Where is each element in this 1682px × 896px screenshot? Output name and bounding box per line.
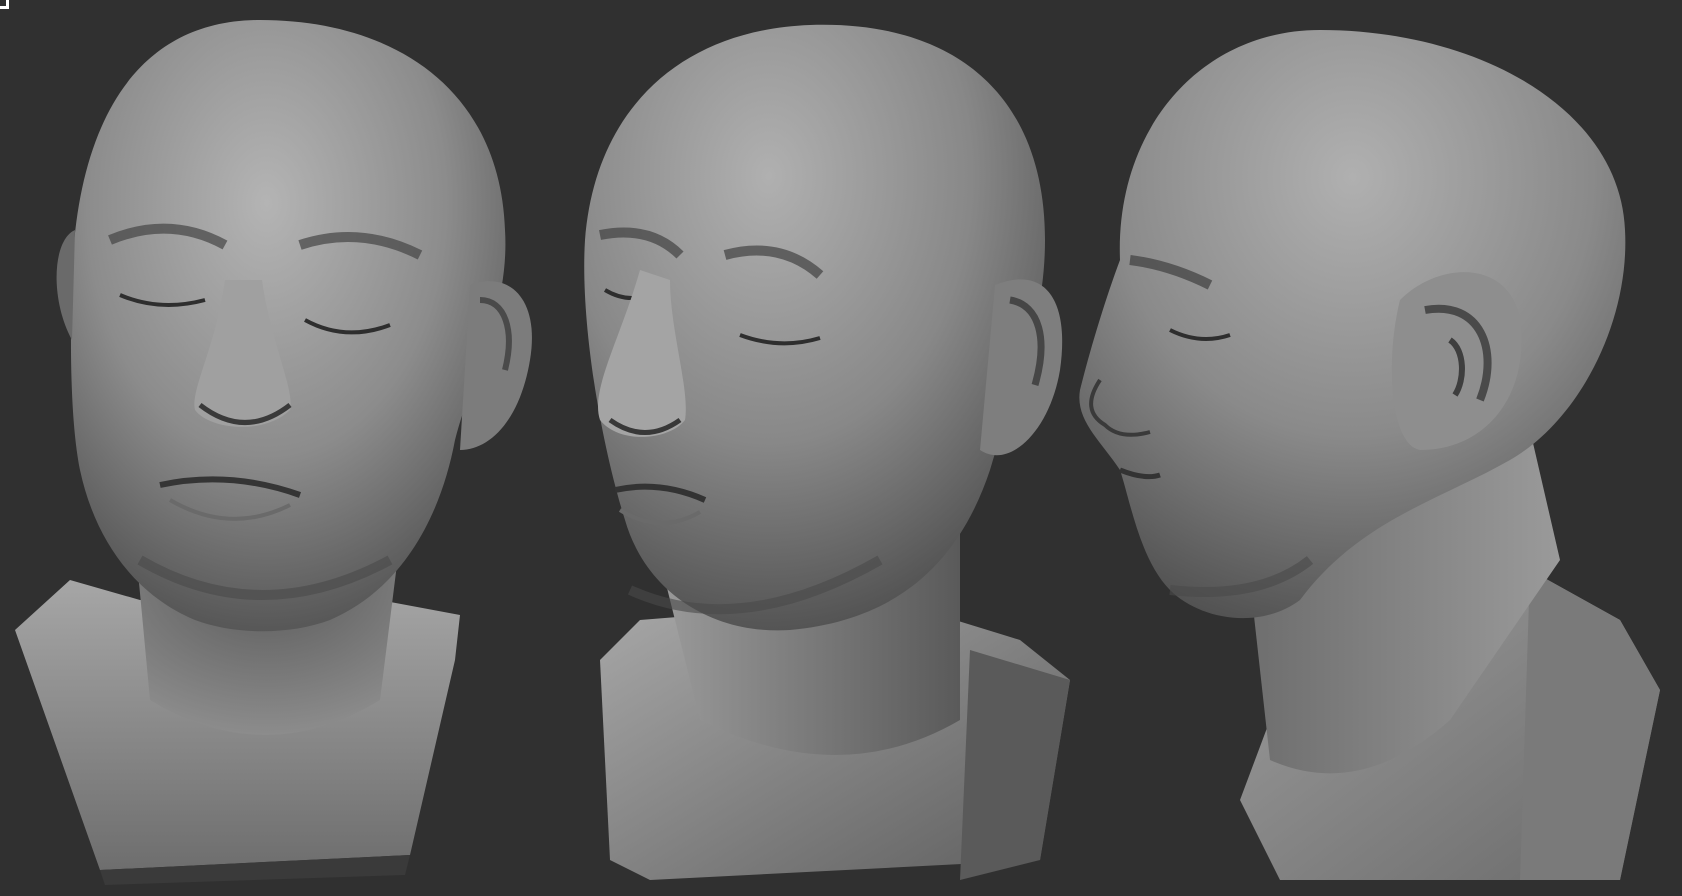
bust-profile-view[interactable]	[1060, 0, 1682, 896]
bust-front-view[interactable]	[0, 0, 560, 896]
bust-front-icon	[15, 20, 532, 885]
sculpt-viewport[interactable]	[0, 0, 1682, 896]
bust-profile-icon	[1079, 30, 1660, 880]
bust-three-quarter-view[interactable]	[540, 0, 1100, 896]
bust-three-quarter-icon	[584, 24, 1070, 880]
